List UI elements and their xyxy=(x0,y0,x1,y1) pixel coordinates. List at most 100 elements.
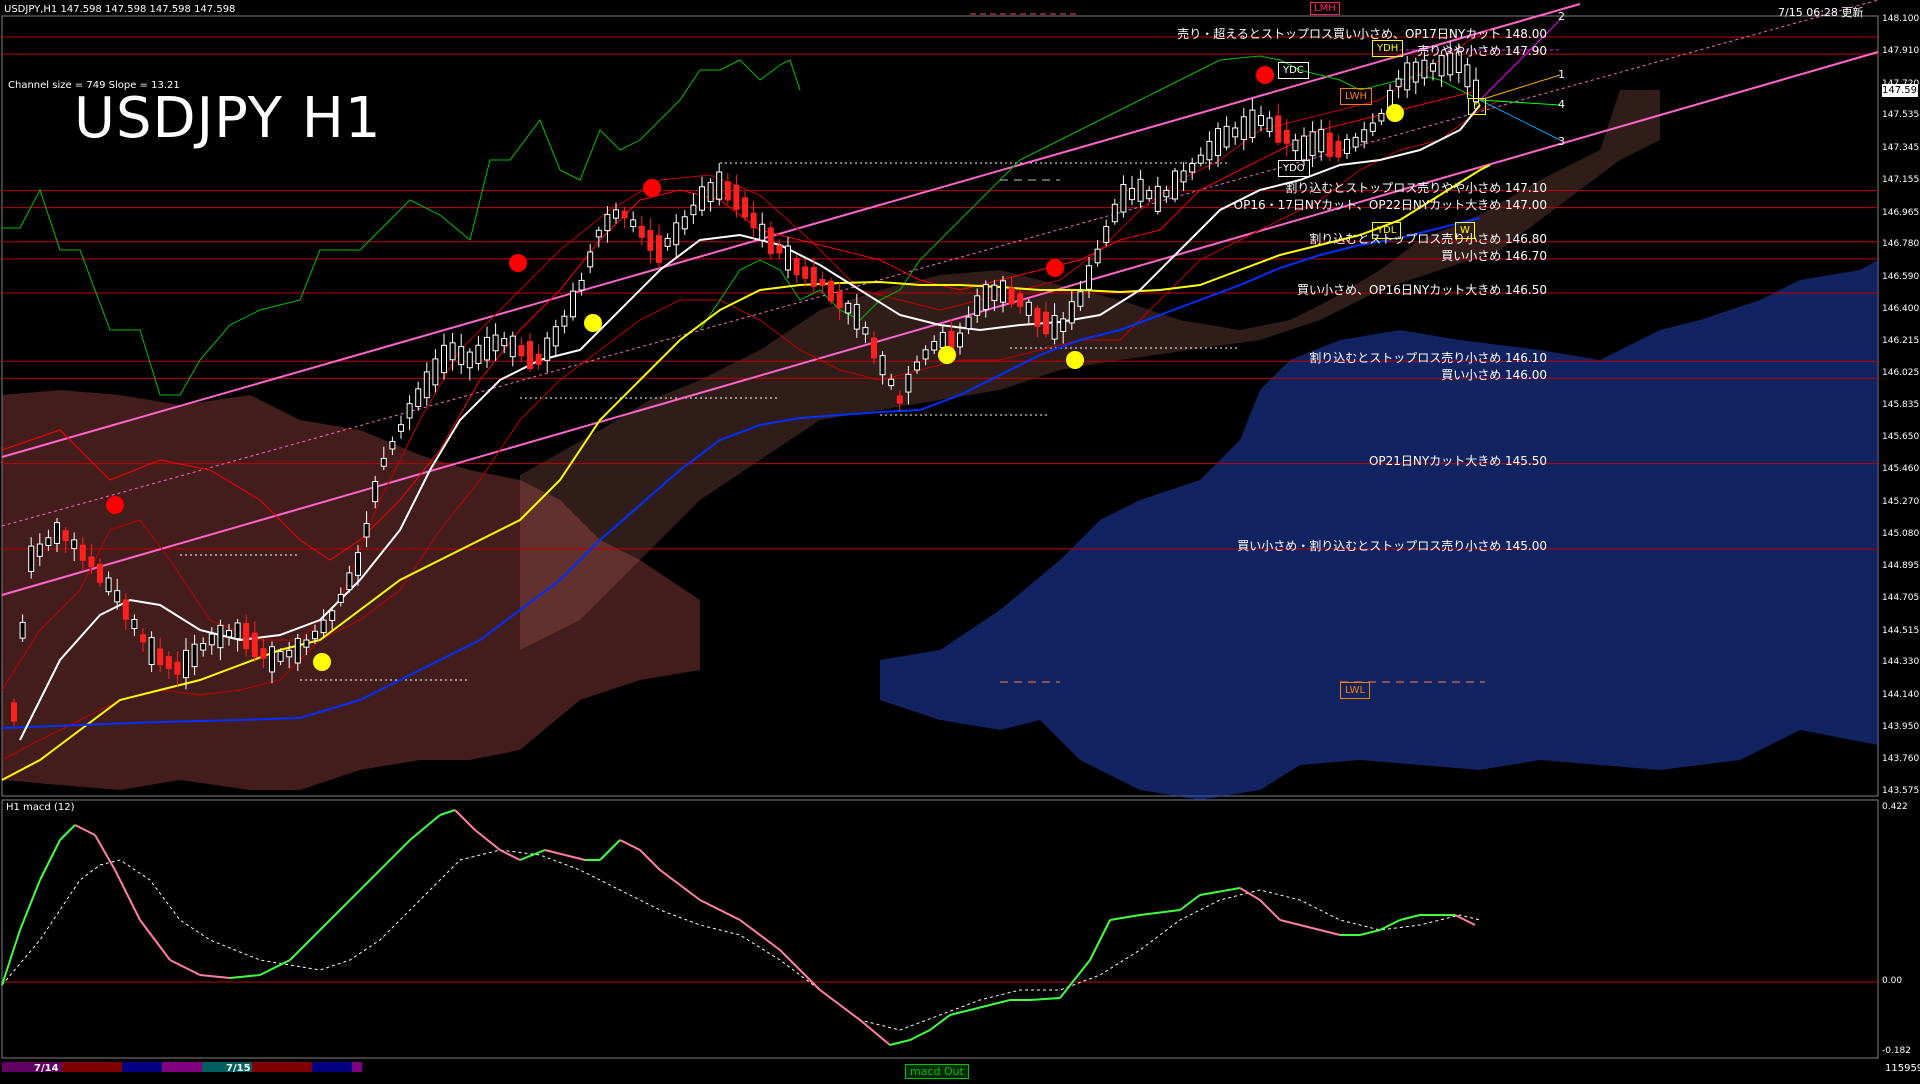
price-tick-label: 148.100 xyxy=(1882,14,1920,24)
marker-w: W xyxy=(1455,222,1475,239)
chart-title: USDJPY H1 xyxy=(74,86,382,151)
candle-body xyxy=(157,648,164,666)
candle-body xyxy=(561,315,568,327)
candle-body xyxy=(750,212,757,229)
candle-body xyxy=(785,245,791,271)
candle-body xyxy=(613,209,619,219)
candle-body xyxy=(1301,135,1307,161)
candle-body xyxy=(1146,190,1153,200)
candle-body xyxy=(1240,116,1247,140)
price-level-label: OP16・17日NYカット、OP22日NYカット大きめ 147.00 xyxy=(1233,197,1547,212)
candle-body xyxy=(552,326,559,347)
candle-body xyxy=(759,223,766,241)
candle-body xyxy=(1060,318,1067,333)
candle-body xyxy=(638,225,645,238)
candle-body xyxy=(1326,132,1333,158)
current-price-tag: 147.598 xyxy=(1882,84,1920,97)
candle-body xyxy=(320,619,327,634)
candle-body xyxy=(948,330,955,350)
candle-body xyxy=(1197,154,1204,164)
candle-body xyxy=(1129,187,1135,201)
candle-body xyxy=(1335,140,1342,158)
candle-body xyxy=(767,227,774,255)
candle-body xyxy=(1421,59,1428,79)
candle-body xyxy=(441,344,447,374)
marker-lwl: LWL xyxy=(1340,682,1371,699)
candle-body xyxy=(853,303,860,330)
price-level-label: 割り込むとストップロス売りやや小さめ 147.10 xyxy=(1285,180,1547,195)
candle-body xyxy=(484,336,490,361)
candle-body xyxy=(372,481,379,503)
candle-body xyxy=(1318,128,1325,153)
candle-body xyxy=(380,458,387,467)
candle-body xyxy=(690,204,697,216)
candle-body xyxy=(965,316,972,330)
candle-body xyxy=(931,341,938,351)
candle-body xyxy=(458,346,465,366)
candle-body xyxy=(793,258,800,276)
candle-body xyxy=(1258,115,1264,126)
candle-body xyxy=(398,424,404,432)
price-tick-label: 144.895 xyxy=(1882,560,1920,571)
candle-body xyxy=(62,530,69,542)
candle-body xyxy=(656,235,662,263)
candle-body xyxy=(1361,129,1368,143)
marker-lwh: LWH xyxy=(1340,88,1373,105)
macd-window-label: H1 macd (12) xyxy=(6,802,75,813)
price-level-label: 買い小さめ 146.70 xyxy=(1441,248,1547,263)
candle-body xyxy=(1189,162,1196,173)
candle-body xyxy=(492,334,499,352)
candle-body xyxy=(165,656,172,669)
candle-body xyxy=(1223,125,1230,148)
candle-body xyxy=(97,563,103,583)
candle-body xyxy=(716,171,723,200)
candle-body xyxy=(527,340,533,370)
candle-body xyxy=(45,537,52,546)
date-label: 7/14 xyxy=(34,1063,59,1074)
candle-body xyxy=(337,593,344,603)
buy-signal-icon xyxy=(313,653,331,671)
price-tick-label: 145.270 xyxy=(1882,496,1920,507)
candle-body xyxy=(1172,170,1178,200)
candle-body xyxy=(1404,62,1411,91)
candle-body xyxy=(329,610,336,621)
candle-body xyxy=(200,643,207,651)
sell-signal-icon xyxy=(106,496,124,514)
candle-body xyxy=(260,648,267,659)
candle-body xyxy=(243,623,250,650)
marker-ydo: YDO xyxy=(1278,160,1310,177)
date-label: 7/15 xyxy=(226,1063,251,1074)
candle-body xyxy=(1352,136,1359,148)
price-tick-label: 147.535 xyxy=(1882,110,1920,121)
candle-body xyxy=(71,539,78,550)
candle-body xyxy=(1163,189,1170,198)
candle-body xyxy=(836,291,843,308)
candle-body xyxy=(1430,63,1436,72)
macd-out-button[interactable]: macd Out xyxy=(905,1064,969,1079)
candle-body xyxy=(79,544,86,561)
candle-body xyxy=(1232,127,1239,138)
candle-body xyxy=(518,344,525,357)
candle-body xyxy=(742,197,748,218)
candle-body xyxy=(1051,315,1058,340)
candle-body xyxy=(1103,226,1110,243)
candle-body xyxy=(535,353,542,365)
candle-body xyxy=(346,572,353,590)
candle-body xyxy=(475,344,482,365)
candle-body xyxy=(148,637,155,666)
buy-signal-icon xyxy=(938,346,956,364)
buy-signal-icon xyxy=(1066,351,1084,369)
candle-body xyxy=(234,622,241,640)
candle-body xyxy=(957,332,963,348)
sell-signal-icon xyxy=(509,254,527,272)
marker-ydh: YDH xyxy=(1372,40,1404,57)
price-tick-label: 146.780 xyxy=(1882,239,1920,250)
candle-body xyxy=(828,280,834,302)
candle-body xyxy=(251,632,258,658)
price-chart[interactable] xyxy=(0,0,1920,1080)
candle-body xyxy=(707,182,714,202)
candle-body xyxy=(810,266,817,287)
candle-body xyxy=(1369,122,1376,132)
candle-body xyxy=(501,338,508,347)
price-tick-label: 147.155 xyxy=(1882,175,1920,186)
